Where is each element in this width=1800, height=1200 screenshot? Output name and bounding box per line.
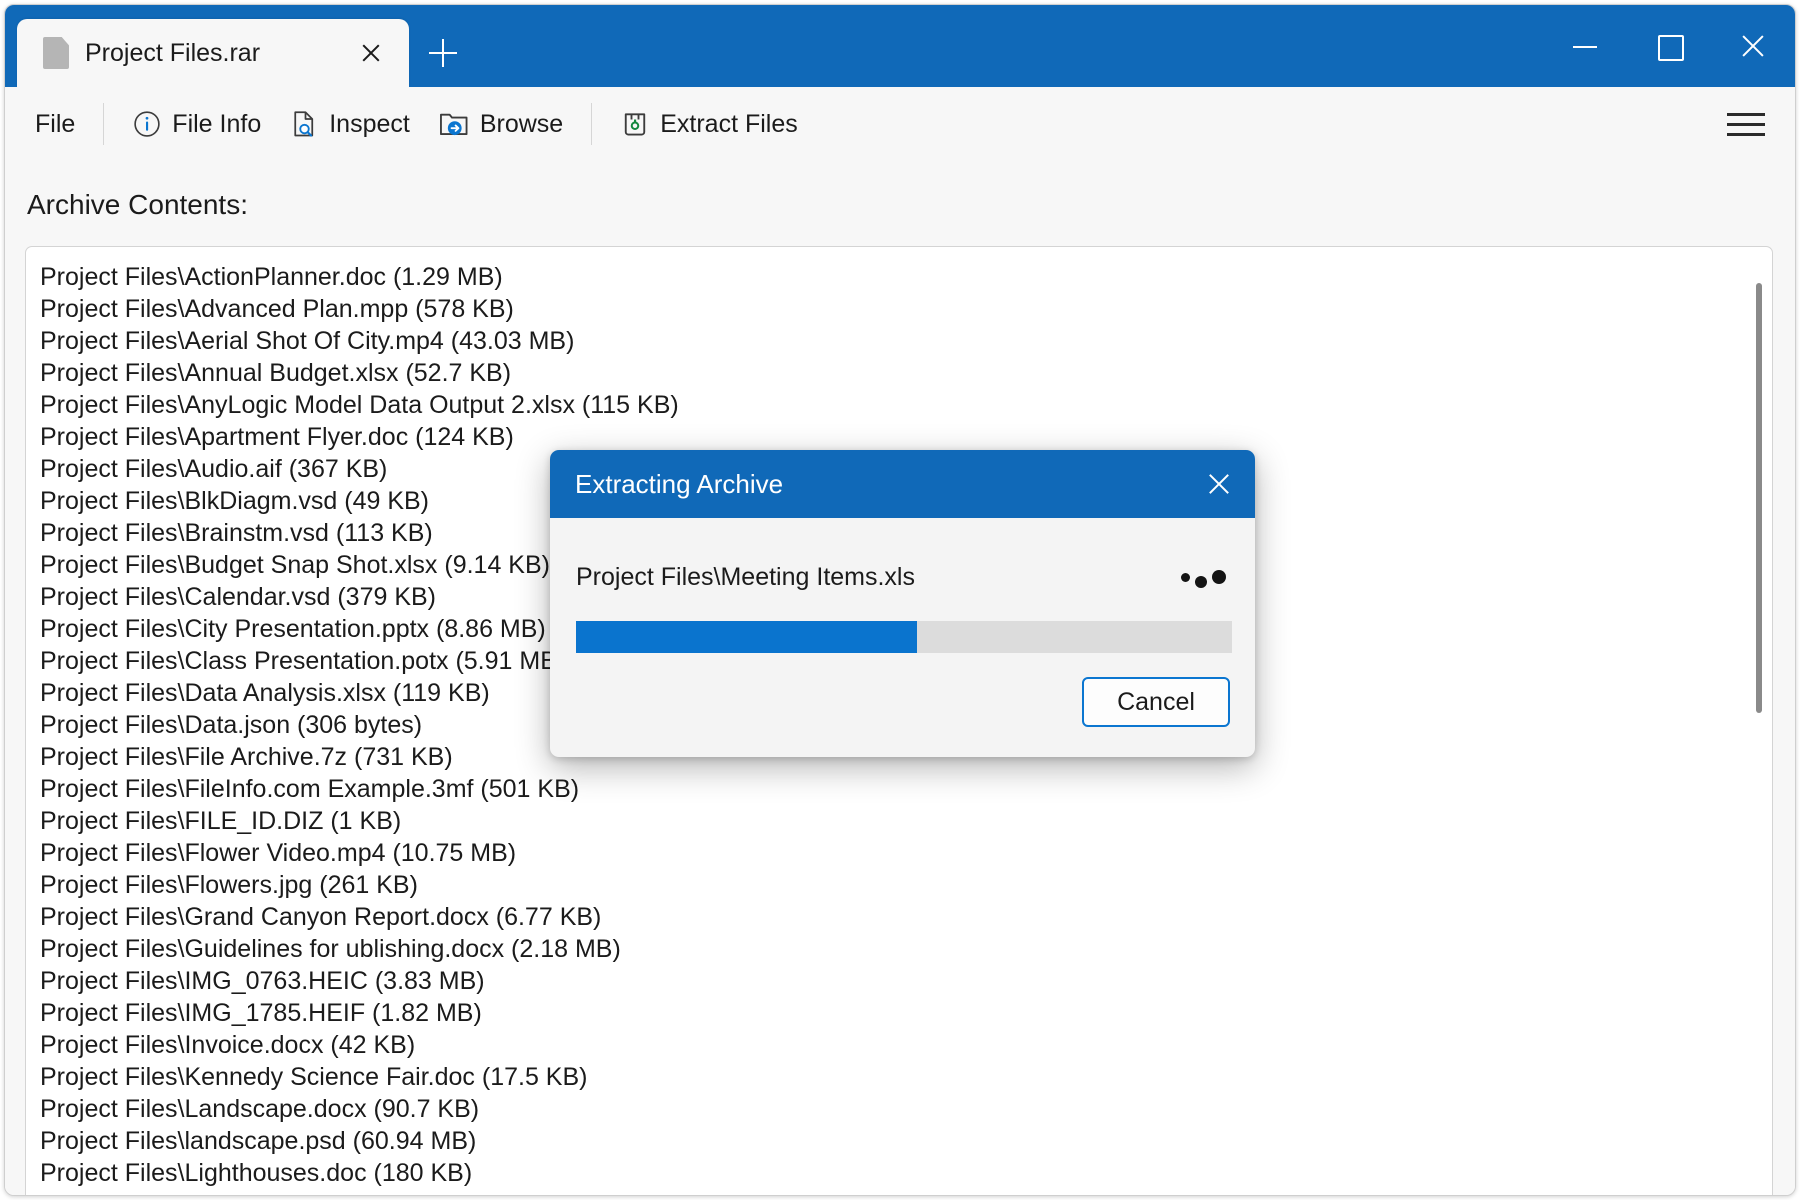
file-list-item[interactable]: Project Files\ActionPlanner.doc (1.29 MB… [40,261,1772,293]
dialog-title-label: Extracting Archive [575,469,784,499]
file-list-item[interactable]: Project Files\landscape.psd (60.94 MB) [40,1125,1772,1157]
extraction-progress-bar [576,621,1232,653]
toolbar-extract-files-label: Extract Files [660,109,798,138]
three-dots-icon [1181,568,1226,590]
file-list-item[interactable]: Project Files\Aerial Shot Of City.mp4 (4… [40,325,1772,357]
current-file-label: Project Files\Meeting Items.xls [576,563,915,591]
scrollbar-thumb[interactable] [1756,283,1762,713]
toolbar-item-file-info[interactable]: File Info [118,98,275,150]
toolbar-browse-label: Browse [479,109,564,138]
window-title-bar: Project Files.rar [5,5,1795,87]
new-tab-icon[interactable] [409,19,477,87]
maximize-icon[interactable] [1627,5,1711,87]
file-list-item[interactable]: Project Files\Lighthouses.doc (180 KB) [40,1157,1772,1189]
window-controls [1543,5,1795,87]
document-icon [43,37,69,69]
extract-bag-icon [620,109,650,139]
file-list-item[interactable]: Project Files\Flower Video.mp4 (10.75 MB… [40,837,1772,869]
file-list-item[interactable]: Project Files\FILE_ID.DIZ (1 KB) [40,805,1772,837]
file-list-item[interactable]: Project Files\Advanced Plan.mpp (578 KB) [40,293,1772,325]
file-list-item[interactable]: Project Files\AnyLogic Model Data Output… [40,389,1772,421]
tab-close-icon[interactable] [351,33,391,73]
toolbar-file-label: File [35,109,76,138]
file-list-item[interactable]: Project Files\Invoice.docx (42 KB) [40,1029,1772,1061]
dialog-close-icon[interactable] [1197,463,1241,505]
close-icon[interactable] [1711,5,1795,87]
file-list-item[interactable]: Project Files\Guidelines for ublishing.d… [40,933,1772,965]
main-toolbar: File File Info Inspect Browse Extract Fi… [5,87,1795,161]
archive-contents-heading: Archive Contents: [27,189,248,220]
file-list-item[interactable]: Project Files\Annual Budget.xlsx (52.7 K… [40,357,1772,389]
toolbar-file-info-label: File Info [172,109,262,138]
tab-project-files[interactable]: Project Files.rar [17,19,409,87]
file-list-item[interactable]: Project Files\IMG_0763.HEIC (3.83 MB) [40,965,1772,997]
folder-arrow-icon [438,109,470,139]
toolbar-item-extract-files[interactable]: Extract Files [606,98,812,150]
toolbar-inspect-label: Inspect [329,109,410,138]
cancel-button[interactable]: Cancel [1082,677,1230,727]
file-list-item[interactable]: Project Files\Kennedy Science Fair.doc (… [40,1061,1772,1093]
extracting-archive-dialog: Extracting Archive Project Files\Meeting… [550,450,1255,757]
file-list-item[interactable]: Project Files\IMG_1785.HEIF (1.82 MB) [40,997,1772,1029]
document-magnifier-icon [289,109,319,139]
toolbar-item-file[interactable]: File [21,98,89,150]
file-list-item[interactable]: Project Files\Flowers.jpg (261 KB) [40,869,1772,901]
toolbar-item-browse[interactable]: Browse [424,98,577,150]
progress-bar-fill [576,621,918,653]
hamburger-menu-icon[interactable] [1719,101,1773,147]
toolbar-divider [103,103,105,145]
application-window: Project Files.rar File File Info Inspect… [4,4,1796,1196]
info-circle-icon [132,109,162,139]
tab-title-label: Project Files.rar [85,38,261,67]
dialog-title-bar: Extracting Archive [550,450,1255,518]
tab-strip: Project Files.rar [17,19,477,87]
toolbar-divider [591,103,593,145]
toolbar-item-inspect[interactable]: Inspect [275,98,424,150]
file-list-item[interactable]: Project Files\Landscape.docx (90.7 KB) [40,1093,1772,1125]
file-list-item[interactable]: Project Files\FileInfo.com Example.3mf (… [40,773,1772,805]
file-list-scrollbar[interactable] [1752,253,1766,1195]
minimize-icon[interactable] [1543,5,1627,87]
file-list-item[interactable]: Project Files\Apartment Flyer.doc (124 K… [40,421,1772,453]
dialog-body: Project Files\Meeting Items.xls Cancel [550,518,1255,757]
file-list-item[interactable]: Project Files\Grand Canyon Report.docx (… [40,901,1772,933]
